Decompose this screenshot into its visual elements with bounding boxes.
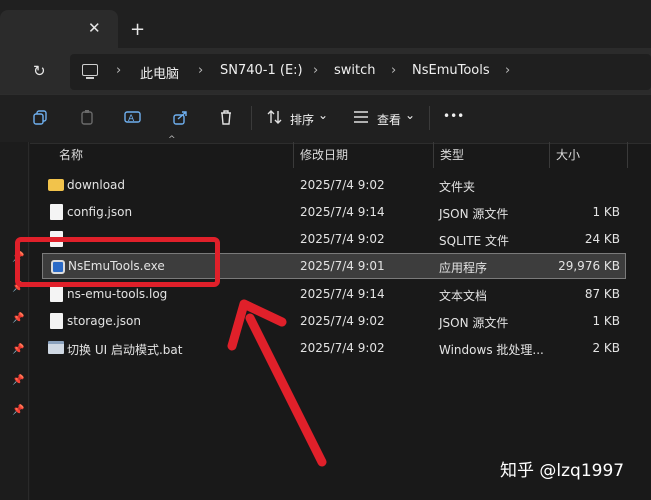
- watermark: 知乎 @lzq1997: [500, 461, 625, 481]
- annotation-arrow: [227, 299, 327, 467]
